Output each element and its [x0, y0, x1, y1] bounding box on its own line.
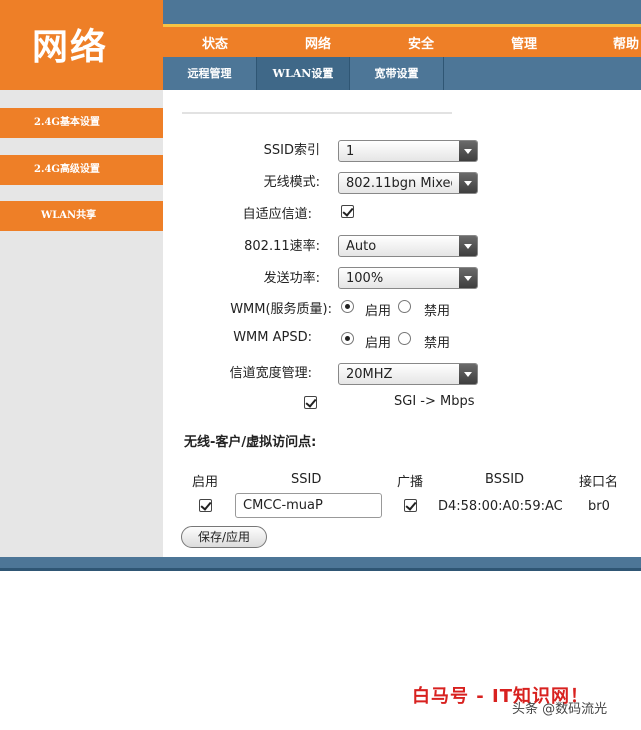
nav-help-label: 帮助: [613, 37, 640, 52]
tx-power-label: 发送功率:: [263, 271, 320, 286]
page-title: 网络: [31, 26, 108, 68]
bandwidth-value: 20MHZ: [346, 367, 393, 382]
watermark-author: 头条 @数码流光: [512, 702, 608, 717]
sidebar-item-label: 2.4G基本设置: [34, 117, 100, 128]
sidebar-item-label: WLAN共享: [41, 210, 97, 221]
rate-select[interactable]: Auto: [338, 235, 478, 257]
nav-status[interactable]: 状态: [175, 33, 255, 52]
rate-label: 802.11速率:: [244, 239, 320, 254]
sgi-label: SGI -> Mbps: [394, 394, 475, 409]
wmm-enable-label: 启用: [365, 304, 392, 319]
wmm-disable-label: 禁用: [424, 304, 451, 319]
bandwidth-select[interactable]: 20MHZ: [338, 363, 478, 385]
column-header-enable: 启用: [192, 475, 219, 490]
chevron-down-icon: [459, 173, 477, 193]
wmm-apsd-enable-radio[interactable]: [341, 332, 354, 345]
ap-section-title: 无线-客户/虚拟访问点:: [184, 435, 317, 450]
sgi-checkbox[interactable]: [304, 396, 317, 409]
tab-broadband-settings[interactable]: 宽带设置: [350, 57, 444, 90]
chevron-down-icon: [459, 364, 477, 384]
bandwidth-label: 信道宽度管理:: [229, 366, 312, 381]
wmm-enable-radio[interactable]: [341, 300, 354, 313]
tab-wlan-settings[interactable]: WLAN设置: [257, 57, 350, 90]
column-header-interface: 接口名: [579, 475, 619, 490]
row-enable-checkbox[interactable]: [199, 499, 212, 512]
wmm-apsd-disable-radio[interactable]: [398, 332, 411, 345]
wireless-mode-select[interactable]: 802.11bgn Mixed: [338, 172, 478, 194]
sidebar-item-24g-advanced[interactable]: 2.4G高级设置: [0, 155, 163, 185]
nav-help[interactable]: 帮助: [587, 33, 641, 52]
ssid-index-value: 1: [346, 144, 355, 159]
nav-network[interactable]: 网络: [278, 33, 358, 52]
row-broadcast-checkbox[interactable]: [404, 499, 417, 512]
auto-channel-checkbox[interactable]: [341, 205, 354, 218]
ssid-index-select[interactable]: 1: [338, 140, 478, 162]
wmm-apsd-enable-label: 启用: [365, 336, 392, 351]
rate-value: Auto: [346, 239, 377, 254]
tab-remote-management[interactable]: 远程管理: [163, 57, 257, 90]
nav-security[interactable]: 安全: [381, 33, 461, 52]
nav-management[interactable]: 管理: [484, 33, 564, 52]
ssid-index-label: SSID索引: [263, 143, 320, 158]
tx-power-value: 100%: [346, 271, 384, 286]
auto-channel-label: 自适应信道:: [242, 207, 312, 222]
column-header-ssid: SSID: [291, 472, 322, 487]
column-header-bssid: BSSID: [485, 472, 525, 487]
sidebar-item-24g-basic[interactable]: 2.4G基本设置: [0, 108, 163, 138]
wmm-apsd-disable-label: 禁用: [424, 336, 451, 351]
row-interface: br0: [588, 499, 610, 514]
top-strip: [163, 0, 641, 26]
ssid-input[interactable]: CMCC-muaP: [235, 493, 382, 518]
save-apply-button[interactable]: 保存/应用: [181, 526, 267, 548]
chevron-down-icon: [459, 268, 477, 288]
sidebar-item-label: 2.4G高级设置: [34, 164, 100, 175]
wmm-label: WMM(服务质量):: [230, 302, 332, 317]
divider: [182, 112, 452, 114]
sidebar-item-wlan-share[interactable]: WLAN共享: [0, 201, 163, 231]
divider: [0, 568, 641, 571]
wireless-mode-value: 802.11bgn Mixed: [346, 176, 452, 191]
tx-power-select[interactable]: 100%: [338, 267, 478, 289]
chevron-down-icon: [459, 141, 477, 161]
wmm-disable-radio[interactable]: [398, 300, 411, 313]
wmm-apsd-label: WMM APSD:: [233, 330, 312, 345]
row-bssid: D4:58:00:A0:59:AC: [438, 499, 563, 514]
wireless-mode-label: 无线模式:: [263, 175, 320, 190]
column-header-broadcast: 广播: [397, 475, 424, 490]
chevron-down-icon: [459, 236, 477, 256]
